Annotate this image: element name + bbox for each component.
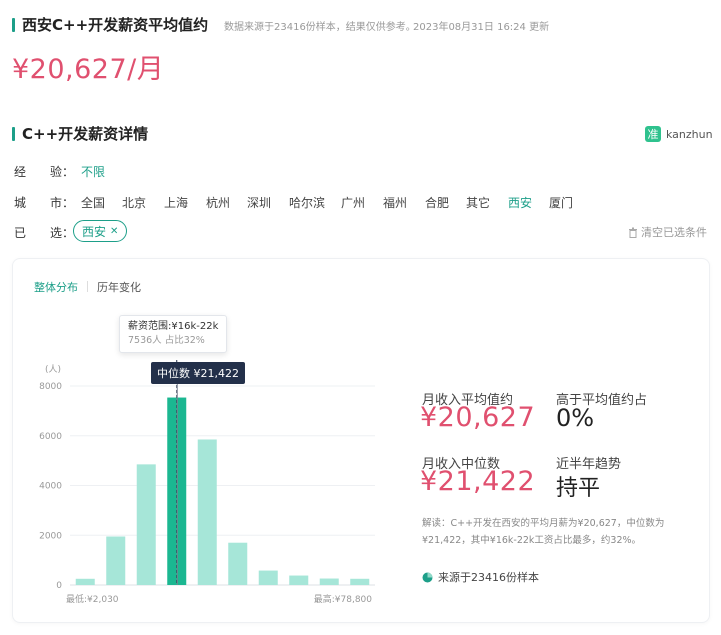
avg-value: ¥20,627 [420,402,536,433]
city-option[interactable]: 其它 [466,194,490,211]
city-option[interactable]: 厦门 [549,194,573,211]
city-label: 城 市： [14,196,75,210]
selected-chip-label: 西安 [82,224,107,239]
bar-tooltip: 薪资范围:¥16k-22k 7536人 占比32% [119,315,228,353]
salary-histogram-chart: (人) 0 2000 4000 6000 8000 最低:¥2,030 最高:¥78,800 [39,360,375,605]
histogram-bar [136,464,156,585]
city-option[interactable]: 全国 [81,194,105,211]
x-min-label: 最低:¥2,030 [66,593,119,605]
clear-filters-label: 清空已选条件 [641,226,707,239]
histogram-bar [106,536,126,585]
source-note: 数据来源于23416份样本，结果仅供参考。 [224,22,416,33]
histogram-bar [258,570,278,585]
page-title: 西安C++开发薪资平均值约 [22,16,209,34]
kanzhun-brand-name: kanzhun [666,127,713,141]
section-accent-bar [12,127,15,141]
histogram-bar [319,578,339,585]
trash-icon [629,227,637,238]
histogram-bar [228,542,248,585]
city-option[interactable]: 深圳 [247,194,271,211]
sample-source: 来源于23416份样本 [422,569,539,585]
histogram-bar [289,575,309,585]
x-max-label: 最高:¥78,800 [314,593,373,605]
city-option[interactable]: 福州 [383,194,407,211]
y-tick-label: 6000 [39,432,62,442]
median-marker-label: 中位数 ¥21,422 [151,362,245,384]
y-tick-label: 8000 [39,382,62,392]
clear-filters-button[interactable]: 清空已选条件 [628,224,707,240]
histogram-bar [350,578,370,585]
experience-label: 经 验： [14,165,75,179]
city-option[interactable]: 杭州 [206,194,230,211]
city-option[interactable]: 合肥 [425,194,449,211]
title-accent-bar [12,18,15,32]
tab-overall-distribution[interactable]: 整体分布 [34,279,78,295]
average-salary: ¥20,627/月 [12,54,165,85]
updated-time: 2023年08月31日 16:24 更新 [413,22,550,33]
experience-option-unlimited[interactable]: 不限 [81,163,105,180]
city-option[interactable]: 哈尔滨 [289,194,325,211]
y-tick-label: 0 [56,581,62,591]
city-option[interactable]: 上海 [164,194,188,211]
tooltip-detail: 7536人 占比32% [128,335,205,346]
interpretation-note: 解读：C++开发在西安的平均月薪为¥20,627，中位数为¥21,422，其中¥… [422,518,665,546]
city-option[interactable]: 北京 [122,194,146,211]
city-option[interactable]: 西安 [508,194,532,211]
section-title: C++开发薪资详情 [22,125,149,143]
y-axis-unit: (人) [45,364,61,375]
tab-historical-change[interactable]: 历年变化 [97,279,141,295]
histogram-bar [197,439,217,585]
tab-divider [87,281,88,292]
trend-value: 持平 [556,476,601,501]
selected-label: 已 选： [14,226,75,240]
pie-chart-icon [422,572,433,582]
kanzhun-brand[interactable]: 准 kanzhun [645,126,713,142]
selected-chip-xian[interactable]: 西安 ✕ [73,220,128,242]
above-avg-value: 0% [556,404,595,432]
sample-source-text: 来源于23416份样本 [438,571,539,584]
tooltip-range: 薪资范围:¥16k-22k [128,321,219,332]
kanzhun-logo-icon: 准 [645,126,661,142]
close-icon[interactable]: ✕ [110,226,118,237]
histogram-bar [75,578,95,585]
y-tick-label: 4000 [39,482,62,492]
city-option[interactable]: 广州 [341,194,365,211]
y-tick-label: 2000 [39,531,62,541]
median-value: ¥21,422 [420,466,536,497]
